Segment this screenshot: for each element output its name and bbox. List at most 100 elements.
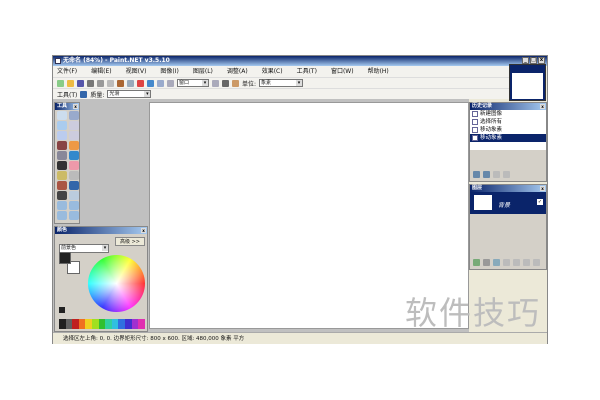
open-icon[interactable] [67,79,74,87]
palette-swatch[interactable] [98,319,106,329]
cut-icon[interactable] [97,79,104,87]
rewind-icon[interactable] [473,171,480,178]
menu-image[interactable]: 图像(I) [160,66,178,77]
layer-visibility-checkbox[interactable]: ✓ [537,199,543,205]
move-tool-icon[interactable] [80,90,88,98]
color-picker-icon[interactable] [69,171,79,180]
menu-help[interactable]: 帮助(H) [368,66,389,77]
palette-swatch[interactable] [111,319,119,329]
recolor-icon[interactable] [69,181,79,190]
palette-swatch[interactable] [72,319,79,329]
units-select[interactable]: 象素 [259,79,304,87]
rectangle-icon[interactable] [57,201,67,210]
move-selected-icon[interactable] [69,121,79,130]
zoom-out-icon[interactable] [167,79,174,87]
palette-swatch[interactable] [59,319,66,329]
clone-stamp-icon[interactable] [57,181,67,190]
more-button[interactable]: 高级 >> [115,237,145,246]
palette-swatch[interactable] [131,319,139,329]
pencil-icon[interactable] [57,171,67,180]
redo-icon[interactable] [157,79,164,87]
zoom-in-icon[interactable] [212,79,219,87]
menu-layers[interactable]: 图层(L) [193,66,213,77]
menu-effects[interactable]: 效果(C) [262,66,283,77]
menu-view[interactable]: 视图(V) [126,66,147,77]
palette-icon[interactable] [59,307,65,313]
line-curve-icon[interactable] [69,191,79,200]
minimize-button[interactable]: _ [522,57,529,64]
history-item[interactable]: 新建图像 [470,110,546,118]
menu-adjustments[interactable]: 调整(A) [227,66,248,77]
close-button[interactable]: x [538,57,545,64]
main-toolbar: 窗口 单位: 象素 [53,77,509,88]
zoom-select[interactable]: 窗口 [177,79,209,87]
window-title: 无命名 (84%) - Paint.NET v3.5.10 [63,57,170,64]
merge-layer-icon[interactable] [503,259,510,266]
menu-window[interactable]: 窗口(W) [331,66,354,77]
colors-panel-header: 颜色 x [55,227,147,234]
zoom-icon[interactable] [69,131,79,140]
lasso-icon[interactable] [57,121,67,130]
delete-layer-icon[interactable] [483,259,490,266]
color-wheel[interactable] [88,255,145,312]
text-icon[interactable] [57,191,67,200]
palette-swatch[interactable] [92,319,99,329]
gradient-icon[interactable] [69,151,79,160]
app-icon [55,58,61,64]
copy-icon[interactable] [107,79,114,87]
layer-thumbnail [474,195,492,210]
new-icon[interactable] [57,79,64,87]
palette-swatch[interactable] [118,319,126,329]
palette-swatch[interactable] [125,319,132,329]
move-up-icon[interactable] [513,259,520,266]
menu-file[interactable]: 文件(F) [57,66,77,77]
eraser-icon[interactable] [69,161,79,170]
print-icon[interactable] [87,79,94,87]
ellipse-select-icon[interactable] [57,131,67,140]
move-down-icon[interactable] [523,259,530,266]
undo-icon[interactable] [147,79,154,87]
undo-history-icon[interactable] [483,171,490,178]
paint-bucket-icon[interactable] [57,151,67,160]
freeform-shape-icon[interactable] [69,211,79,220]
ruler-icon[interactable] [232,79,239,87]
grid-icon[interactable] [222,79,229,87]
history-item[interactable]: 移动象素 [470,126,546,134]
palette-swatch[interactable] [105,319,112,329]
palette-swatch[interactable] [78,319,86,329]
quality-select[interactable]: 光滑 [107,90,152,98]
magic-wand-icon[interactable] [57,141,67,150]
menu-edit[interactable]: 编辑(E) [91,66,111,77]
palette-swatch[interactable] [138,319,145,329]
palette-swatch[interactable] [65,319,73,329]
tool-label[interactable]: 工具(T) [57,90,77,99]
fast-forward-icon[interactable] [503,171,510,178]
save-icon[interactable] [77,79,84,87]
layer-name: 背景 [498,202,511,209]
palette-swatch[interactable] [85,319,93,329]
menu-tools[interactable]: 工具(T) [297,66,317,77]
redo-history-icon[interactable] [493,171,500,178]
maximize-button[interactable]: □ [530,57,537,64]
layers-panel-header: 图层 x [470,185,546,192]
colors-panel: 颜色x 前景色 高级 >> [54,226,148,332]
paintbrush-icon[interactable] [57,161,67,170]
primary-color-swatch[interactable] [59,252,71,264]
history-item-selected[interactable]: 移动象素 [470,134,546,142]
image-thumbnail[interactable] [509,64,546,101]
layer-item[interactable]: 背景 ✓ [470,192,546,214]
deselect-icon[interactable] [137,79,144,87]
pan-icon[interactable] [69,141,79,150]
move-selection-icon[interactable] [69,111,79,120]
paste-icon[interactable] [117,79,124,87]
add-layer-icon[interactable] [473,259,480,266]
duplicate-layer-icon[interactable] [493,259,500,266]
rounded-rectangle-icon[interactable] [69,201,79,210]
history-item[interactable]: 选择所有 [470,118,546,126]
tool-options-toolbar: 工具(T) 质量: 光滑 [53,88,509,99]
crop-icon[interactable] [127,79,134,87]
title-bar: 无命名 (84%) - Paint.NET v3.5.10 _ □ x [53,56,547,66]
rectangle-select-icon[interactable] [57,111,67,120]
ellipse-icon[interactable] [57,211,67,220]
layer-properties-icon[interactable] [533,259,540,266]
